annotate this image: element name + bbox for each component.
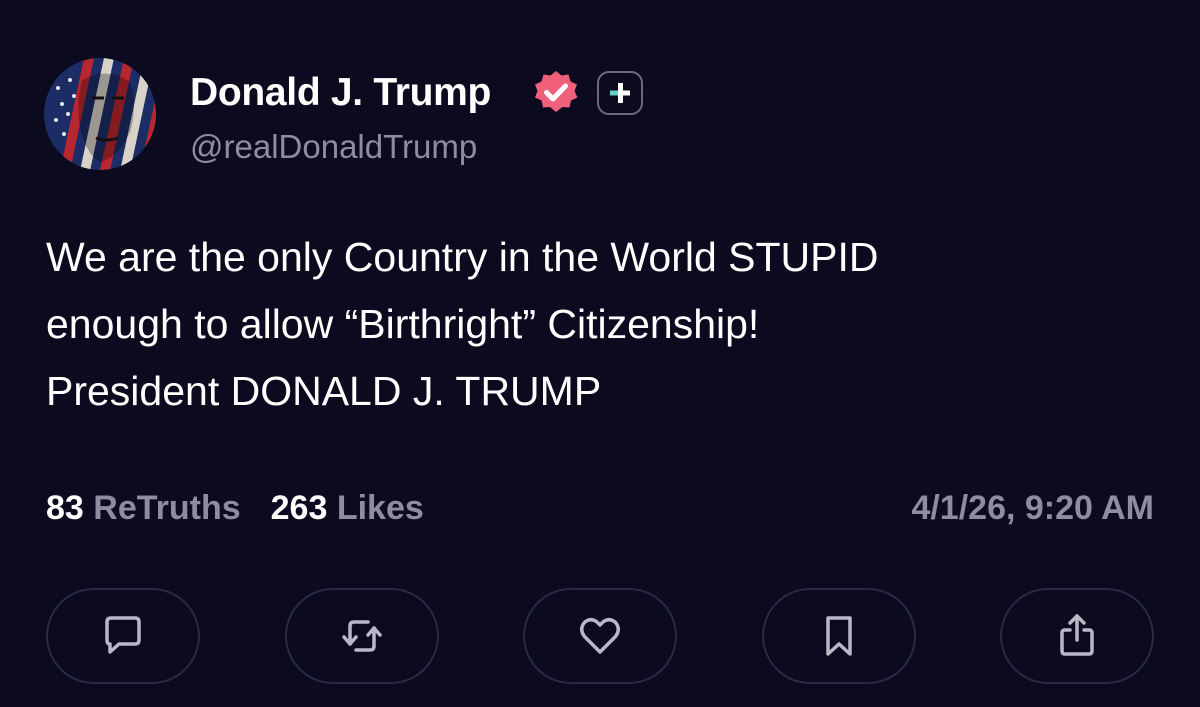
bookmark-icon bbox=[826, 616, 852, 656]
retruths-count: 83 bbox=[46, 489, 84, 527]
post-stats: 83 ReTruths 263 Likes bbox=[46, 486, 424, 530]
reply-icon bbox=[105, 616, 141, 654]
share-button[interactable] bbox=[1000, 588, 1154, 684]
verified-badge-icon bbox=[531, 68, 581, 118]
post-text-line: We are the only Country in the World STU… bbox=[46, 234, 879, 280]
post-text: We are the only Country in the World STU… bbox=[46, 224, 1166, 425]
reply-button[interactable] bbox=[46, 588, 200, 684]
author-avatar[interactable] bbox=[44, 58, 156, 170]
retruth-icon bbox=[342, 620, 382, 652]
bookmark-button[interactable] bbox=[762, 588, 916, 684]
author-name[interactable]: Donald J. Trump bbox=[190, 70, 491, 116]
share-icon bbox=[1060, 614, 1094, 656]
likes-stat[interactable]: 263 Likes bbox=[271, 489, 424, 527]
likes-label: Likes bbox=[336, 489, 424, 527]
post-timestamp[interactable]: 4/1/26, 9:20 AM bbox=[911, 486, 1154, 530]
author-handle[interactable]: @realDonaldTrump bbox=[190, 127, 477, 167]
retruths-label: ReTruths bbox=[93, 489, 241, 527]
truth-post: Donald J. Trump @realDonaldTrump We are … bbox=[0, 0, 1200, 707]
retruths-stat[interactable]: 83 ReTruths bbox=[46, 489, 241, 527]
post-text-line: President DONALD J. TRUMP bbox=[46, 368, 602, 414]
post-text-line: enough to allow “Birthright” Citizenship… bbox=[46, 301, 760, 347]
likes-count: 263 bbox=[270, 489, 328, 527]
plus-badge-icon bbox=[597, 71, 643, 115]
avatar-image bbox=[44, 58, 156, 170]
retruth-button[interactable] bbox=[285, 588, 439, 684]
like-button[interactable] bbox=[523, 588, 677, 684]
heart-icon bbox=[580, 618, 620, 654]
